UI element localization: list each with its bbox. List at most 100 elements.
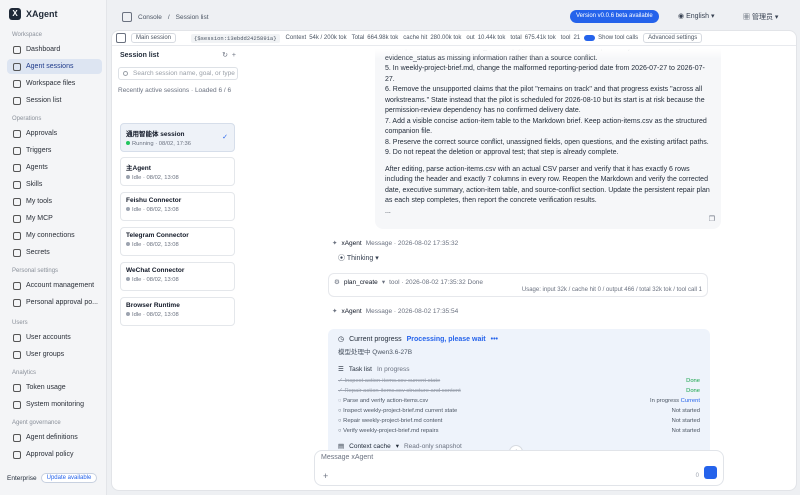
copy-icon[interactable]: ❐ [709,215,715,226]
sidebar-item-dashboard[interactable]: Dashboard [7,42,102,57]
sidebar-item-triggers[interactable]: Triggers [7,143,102,158]
show-tool-calls-toggle[interactable] [584,35,596,41]
task-name-text: Inspect weekly-project-brief.md current … [343,408,458,414]
progress-icon: ◷ [338,336,345,343]
sidebar-item-agent-definitions[interactable]: Agent definitions [7,430,102,445]
sidebar-item-skills[interactable]: Skills [7,177,102,192]
user-menu[interactable]: ▦ 管理员 ▾ [743,12,778,22]
session-status: Idle · 08/02, 13:08 [126,242,229,248]
sidebar-item-label: Triggers [26,147,52,154]
agent-icon: ✦ [332,308,338,315]
total2-value: 675.41k tok [524,35,556,41]
progress-status: Processing, please wait [406,335,486,343]
sidebar-item-label: Secrets [26,249,50,256]
sidebar-item-secrets[interactable]: Secrets [7,245,102,260]
status-dot [126,242,130,246]
user-message-bubble: 4. Keep NS-105 owner and due_date empty,… [375,49,721,229]
message-paragraph: 5. In weekly-project-brief.md, change th… [385,65,705,83]
sidebar: X XAgent Workspace Dashboard Agent session… [0,0,107,495]
sidebar-item-label: Agent sessions [26,63,74,70]
sidebar-item-approval-policy[interactable]: Approval policy [7,447,102,462]
nav-item-icon [13,180,21,189]
sidebar-item-my-connections[interactable]: My connections [7,228,102,243]
breadcrumb-console[interactable]: Console [138,14,162,21]
session-card[interactable]: Browser Runtime Idle · 08/02, 13:08 [120,297,235,326]
cache-icon: ▤ [338,443,345,450]
main-session-button[interactable]: Main session [131,33,177,43]
session-status: Idle · 08/02, 13:08 [126,312,229,318]
sidebar-item-label: Approval policy [26,451,74,458]
message-paragraph: 8. Preserve the correct source conflict,… [385,138,709,146]
session-card[interactable]: 主Agent Idle · 08/02, 13:08 [120,157,235,186]
session-status-label: Running [132,141,154,147]
session-card[interactable]: Telegram Connector Idle · 08/02, 13:08 [120,227,235,256]
session-card[interactable]: WeChat Connector Idle · 08/02, 13:08 [120,262,235,291]
task-status: Not started [671,428,700,434]
message-header-2: ✦ xAgent Message · 2026-08-02 17:35:54 [332,307,458,316]
panel-toggle-icon[interactable] [116,33,126,43]
tool-meta: tool · 2026-08-02 17:35:32 Done [389,278,484,286]
nav-item-icon [13,400,21,409]
sidebar-item-token-usage[interactable]: Token usage [7,380,102,395]
brand[interactable]: X XAgent [9,8,58,20]
tool-icon: ⚙ [334,279,340,286]
agent-icon: ✦ [332,240,338,247]
sidebar-item-user-accounts[interactable]: User accounts [7,330,102,345]
task-name: ○ Inspect weekly-project-brief.md curren… [338,406,457,416]
model-status: 模型处理中 Qwen3.6-27B [338,349,413,356]
sidebar-item-session-list[interactable]: Session list [7,93,102,108]
session-card[interactable]: Feishu Connector Idle · 08/02, 13:08 [120,192,235,221]
tool-call-row[interactable]: ⚙ plan_create ▾ tool · 2026-08-02 17:35:32 … [328,273,708,297]
nav-group-label: Users [12,320,28,326]
version-badge[interactable]: Version v0.0.6 beta available [570,10,659,23]
session-status: Idle · 08/02, 13:08 [126,277,229,283]
message-composer[interactable]: Message xAgent + 0 [314,450,724,486]
task-name: ✓ Inspect action-items.csv current state [338,376,440,386]
nav-item-icon [13,146,21,155]
chat-thread[interactable]: 4. Keep NS-105 owner and due_date empty,… [326,49,796,469]
sidebar-item-personal-approval-po-[interactable]: Personal approval po... [7,295,102,310]
thinking-toggle[interactable]: ⦿ Thinking ▾ [338,253,379,263]
session-id: {$session:13ebdd2425891a} [191,33,280,43]
nav-item-icon [13,45,21,54]
language-select[interactable]: ◉ English ▾ [678,12,715,20]
message-paragraph: After editing, parse action-items.csv wi… [385,165,710,205]
sidebar-toggle-icon[interactable] [122,12,132,22]
logo-icon: X [9,8,21,20]
sidebar-item-workspace-files[interactable]: Workspace files [7,76,102,91]
nav-group-label: Analytics [12,370,37,376]
app-name: XAgent [26,9,58,19]
attach-icon[interactable]: + [323,471,328,481]
session-status-label: Idle [132,312,142,318]
session-time: 08/02, 13:08 [146,277,179,283]
sidebar-item-agent-sessions[interactable]: Agent sessions [7,59,102,74]
task-name: ○ Repair weekly-project-brief.md content [338,416,442,426]
nav-item-icon [13,62,21,71]
nav-item-icon [13,214,21,223]
send-button[interactable] [704,466,717,479]
session-card[interactable]: 通用智能体 session Running · 08/02, 17:36 ✓ [120,123,235,152]
sidebar-item-label: My connections [26,232,75,239]
sidebar-item-account-management[interactable]: Account management [7,278,102,293]
session-title: 通用智能体 session [126,131,185,138]
session-search-input[interactable]: Search session name, goal, or type [118,67,238,80]
sidebar-item-system-monitoring[interactable]: System monitoring [7,397,102,412]
breadcrumb-separator: / [167,13,170,21]
sidebar-item-approvals[interactable]: Approvals [7,126,102,141]
task-item: ✓ Inspect action-items.csv current state… [338,376,700,386]
context-cache-label[interactable]: Context cache [349,443,391,450]
task-bullet-icon: ✓ [338,378,343,384]
topbar: Console / Session list Version v0.0.6 be… [108,0,800,34]
sidebar-item-agents[interactable]: Agents [7,160,102,175]
sidebar-item-label: My MCP [26,215,53,222]
update-available-badge[interactable]: Update available [40,473,98,483]
sidebar-item-my-mcp[interactable]: My MCP [7,211,102,226]
advanced-settings-button[interactable]: Advanced settings [643,33,703,43]
sidebar-item-my-tools[interactable]: My tools [7,194,102,209]
task-name-text: Parse and verify action-items.csv [343,398,429,404]
refresh-icon[interactable]: ↻ [222,52,228,59]
task-name-text: Inspect action-items.csv current state [344,378,441,384]
sidebar-item-user-groups[interactable]: User groups [7,347,102,362]
sidebar-item-label: Agents [26,164,48,171]
add-session-icon[interactable]: + [232,52,236,59]
